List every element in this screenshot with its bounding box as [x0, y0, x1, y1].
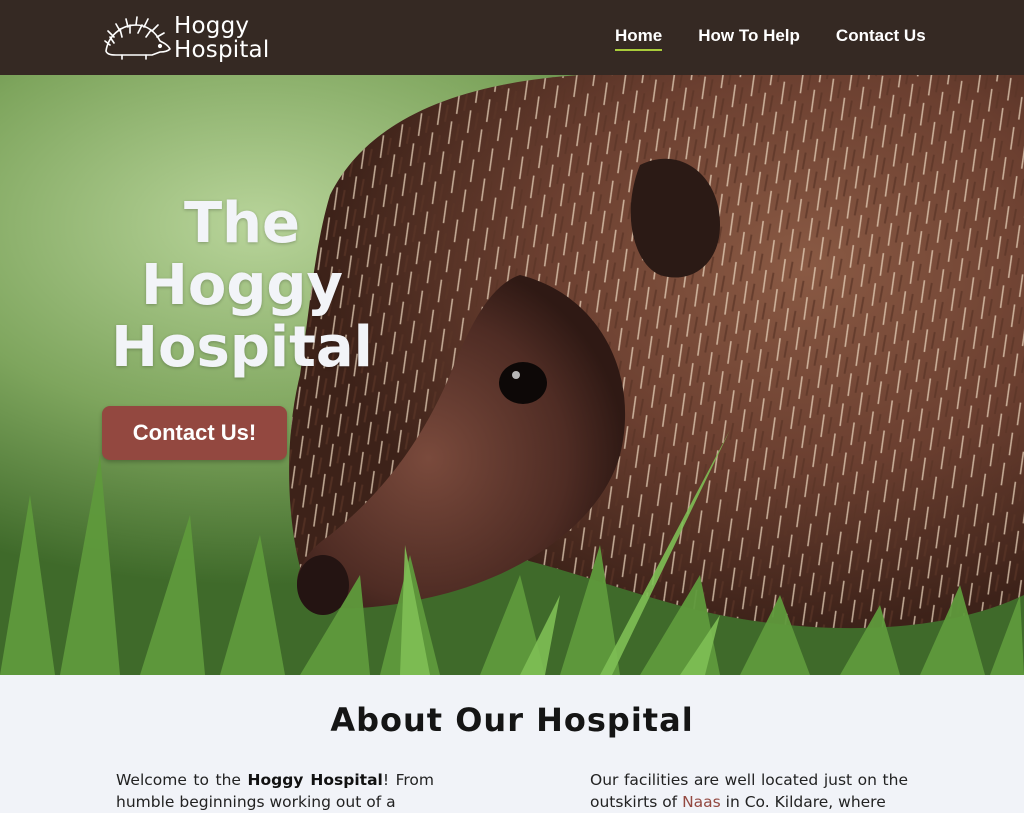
brand-line-1: Hoggy	[174, 13, 250, 39]
brand[interactable]: Hoggy Hospital	[102, 10, 269, 66]
nav-how-to-help[interactable]: How To Help	[698, 26, 800, 51]
about-text-right: Our facilities are well located just on …	[590, 769, 908, 813]
hero: The Hoggy Hospital Contact Us!	[0, 75, 1024, 675]
naas-link[interactable]: Naas	[682, 793, 721, 811]
about-section: About Our Hospital Welcome to the Hoggy …	[0, 675, 1024, 811]
navbar: Hoggy Hospital Home How To Help Contact …	[0, 0, 1024, 75]
hedgehog-logo-icon	[104, 16, 171, 60]
hero-title-line-3: Hospital	[111, 314, 373, 380]
about-title: About Our Hospital	[330, 701, 694, 739]
nav-contact-us[interactable]: Contact Us	[836, 26, 926, 51]
hero-title: The Hoggy Hospital	[92, 190, 392, 380]
hero-title-line-2: Hoggy	[140, 252, 343, 318]
about-text-left: Welcome to the Hoggy Hospital! From humb…	[116, 769, 434, 813]
about-left-pre: Welcome to the	[116, 771, 248, 789]
brand-line-2: Hospital	[174, 37, 270, 63]
about-left-brand: Hoggy Hospital	[247, 771, 383, 789]
brand-name: Hoggy Hospital	[174, 14, 269, 62]
nav-links: Home How To Help Contact Us	[615, 26, 962, 51]
nav-home[interactable]: Home	[615, 26, 663, 51]
hero-title-line-1: The	[183, 190, 301, 256]
contact-us-button[interactable]: Contact Us!	[102, 406, 287, 460]
about-right-post: in Co. Kildare, where	[720, 793, 886, 811]
